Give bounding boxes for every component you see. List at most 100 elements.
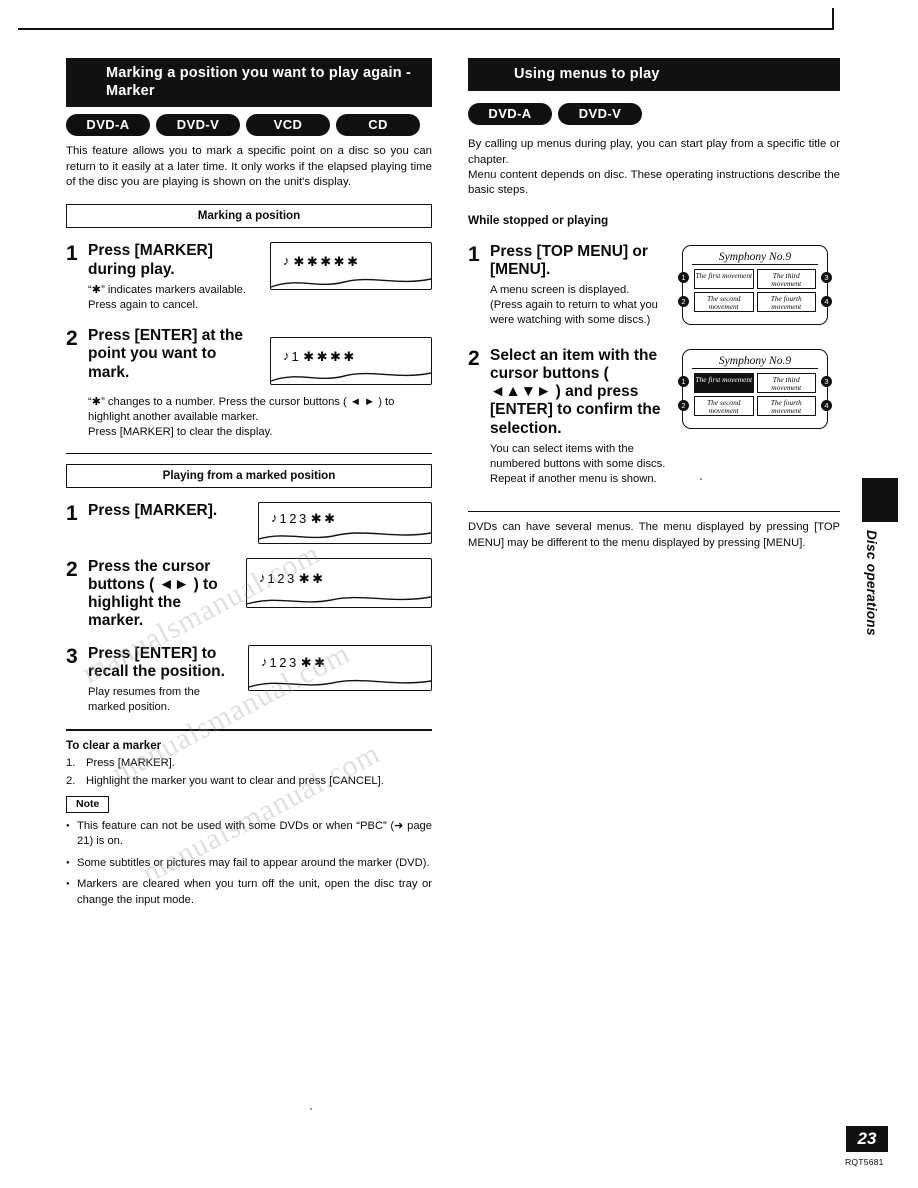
marker-stars: ✱✱✱✱✱ xyxy=(293,254,361,270)
marker-stars: ✱✱✱✱ xyxy=(303,349,357,365)
marker-stars: ✱✱ xyxy=(298,570,326,586)
note-badge: Note xyxy=(66,795,110,813)
menu-item[interactable]: The second movement xyxy=(694,395,754,416)
right-column: Using menus to play DVD-A DVD-V By calli… xyxy=(468,58,840,552)
document-code: RQT5681 xyxy=(845,1157,884,1167)
list-item-number: 1. xyxy=(66,757,76,770)
section-tab-marker xyxy=(862,478,898,522)
step-title: Press [MARKER] during play. xyxy=(88,242,213,278)
marker-icon: ♪ xyxy=(259,569,266,585)
step-number: 2 xyxy=(66,327,78,351)
left-intro-text: This feature allows you to mark a specif… xyxy=(66,145,432,189)
scan-speck xyxy=(700,478,702,480)
menu-item[interactable]: The fourth movement xyxy=(756,291,816,312)
menu-item[interactable]: The first movement xyxy=(694,268,754,289)
disc-badge-vcd: VCD xyxy=(246,114,330,137)
note-bullet-list: This feature can not be used with some D… xyxy=(66,819,432,908)
left-section-heading: Marking a position you want to play agai… xyxy=(66,58,432,108)
subhead-playing-from-marked-position: Playing from a marked position xyxy=(66,463,432,488)
step-title: Press [ENTER] to recall the position. xyxy=(88,644,225,680)
top-rule-tick xyxy=(832,8,834,30)
left-divider-2 xyxy=(66,729,432,732)
callout-dot-1: 1 xyxy=(678,271,689,283)
manual-page: Marking a position you want to play agai… xyxy=(0,0,918,1188)
step-subtext: “✱” changes to a number. Press the curso… xyxy=(88,396,395,439)
section-tab-label: Disc operations xyxy=(864,530,879,636)
step-mark-1: 1 Press [MARKER] during play. “✱” indica… xyxy=(66,242,432,313)
step-subtext: A menu screen is displayed. (Press again… xyxy=(490,284,658,327)
step-play-2: 2 Press the cursor buttons ( ◄► ) to hig… xyxy=(66,557,432,631)
disc-badge-cd: CD xyxy=(336,114,420,137)
callout-dot-2: 2 xyxy=(678,295,689,307)
menu-item[interactable]: The second movement xyxy=(694,291,754,312)
right-section-heading: Using menus to play xyxy=(468,58,840,92)
menu-screen-title: Symphony No.9 xyxy=(692,251,818,265)
unit-display-marker-one: ♪ 1 ✱✱✱✱ xyxy=(270,337,432,386)
callout-dot-3: 3 xyxy=(821,271,832,283)
list-item-text: Highlight the marker you want to clear a… xyxy=(86,775,384,788)
menu-item[interactable]: The fourth movement xyxy=(756,395,816,416)
scan-speck xyxy=(310,1108,312,1110)
marker-digits: 123 xyxy=(269,654,299,670)
marker-stars: ✱✱ xyxy=(300,654,328,670)
page-number: 23 xyxy=(846,1126,888,1152)
panel-wave-decoration xyxy=(271,278,431,289)
subhead-marking-a-position: Marking a position xyxy=(66,204,432,229)
step-subtext: “✱” indicates markers available. Press a… xyxy=(88,283,246,312)
menu-items-grid: The first movement The third movement Th… xyxy=(688,268,822,312)
callout-dot-2: 2 xyxy=(678,399,689,411)
left-disc-badges: DVD-A DVD-V VCD CD xyxy=(66,114,432,137)
marker-digits: 123 xyxy=(279,510,309,526)
step-mark-2: 2 Press [ENTER] at the point you want to… xyxy=(66,327,432,440)
unit-display-marker-123-b: ♪ 123 ✱✱ xyxy=(246,557,432,608)
panel-wave-decoration xyxy=(259,531,431,540)
marker-digits: 123 xyxy=(267,570,297,586)
clear-marker-steps: 1. Press [MARKER]. 2. Highlight the marker… xyxy=(66,756,432,789)
tv-menu-screen-1: Symphony No.9 The first movement The thi… xyxy=(678,244,832,325)
marker-stars: ✱✱ xyxy=(310,510,338,526)
step-number: 1 xyxy=(66,501,78,525)
marker-icon: ♪ xyxy=(271,509,278,525)
disc-badge-dvd-a: DVD-A xyxy=(468,103,552,126)
step-menu-1: 1 Press [TOP MENU] or [MENU]. A menu scr… xyxy=(468,243,840,329)
step-title: Select an item with the cursor buttons (… xyxy=(490,346,661,437)
step-number: 1 xyxy=(468,242,480,266)
menu-item[interactable]: The third movement xyxy=(756,268,816,289)
step-subtext: You can select items with the numbered b… xyxy=(490,442,666,486)
menu-footnote: DVDs can have several menus. The menu di… xyxy=(468,521,840,549)
unit-display-marker-empty: ♪ ✱✱✱✱✱ xyxy=(270,242,432,291)
disc-badge-dvd-a: DVD-A xyxy=(66,114,150,137)
step-number: 2 xyxy=(468,346,480,370)
marker-icon: ♪ xyxy=(261,653,268,669)
list-item: This feature can not be used with some D… xyxy=(66,819,432,850)
step-title: Press [ENTER] at the point you want to m… xyxy=(88,327,244,381)
disc-badge-dvd-v: DVD-V xyxy=(558,103,642,126)
list-item: Some subtitles or pictures may fail to a… xyxy=(66,856,432,872)
menu-items-grid: The first movement The third movement Th… xyxy=(688,372,822,416)
callout-dot-1: 1 xyxy=(678,375,689,387)
top-rule xyxy=(18,28,834,30)
menu-item[interactable]: The third movement xyxy=(756,372,816,393)
step-title: Press [TOP MENU] or [MENU]. xyxy=(490,242,648,278)
step-number: 1 xyxy=(66,242,78,266)
marker-icon: ♪ xyxy=(283,348,290,364)
marker-icon: ♪ xyxy=(283,253,290,269)
step-title: Press the cursor buttons ( ◄► ) to highl… xyxy=(88,557,218,630)
panel-wave-decoration xyxy=(247,595,431,605)
left-column: Marking a position you want to play agai… xyxy=(66,58,432,908)
list-item: 2. Highlight the marker you want to clear… xyxy=(66,774,432,790)
step-play-3: 3 Press [ENTER] to recall the position. … xyxy=(66,644,432,716)
tv-menu-screen-2: Symphony No.9 The first movement The thi… xyxy=(678,348,832,429)
step-number: 2 xyxy=(66,557,78,581)
step-subtext: Play resumes from the marked position. xyxy=(88,686,200,714)
panel-wave-decoration xyxy=(249,679,431,688)
disc-badge-dvd-v: DVD-V xyxy=(156,114,240,137)
unit-display-marker-123-c: ♪ 123 ✱✱ xyxy=(248,644,432,691)
menu-screen-title: Symphony No.9 xyxy=(692,355,818,369)
right-intro-text: By calling up menus during play, you can… xyxy=(468,138,840,197)
unit-display-marker-123-a: ♪ 123 ✱✱ xyxy=(258,501,432,544)
left-divider-1 xyxy=(66,452,432,454)
step-play-1: 1 Press [MARKER]. ♪ 123 ✱✱ xyxy=(66,501,432,544)
list-item: Markers are cleared when you turn off th… xyxy=(66,877,432,908)
menu-item-selected[interactable]: The first movement xyxy=(694,372,754,393)
